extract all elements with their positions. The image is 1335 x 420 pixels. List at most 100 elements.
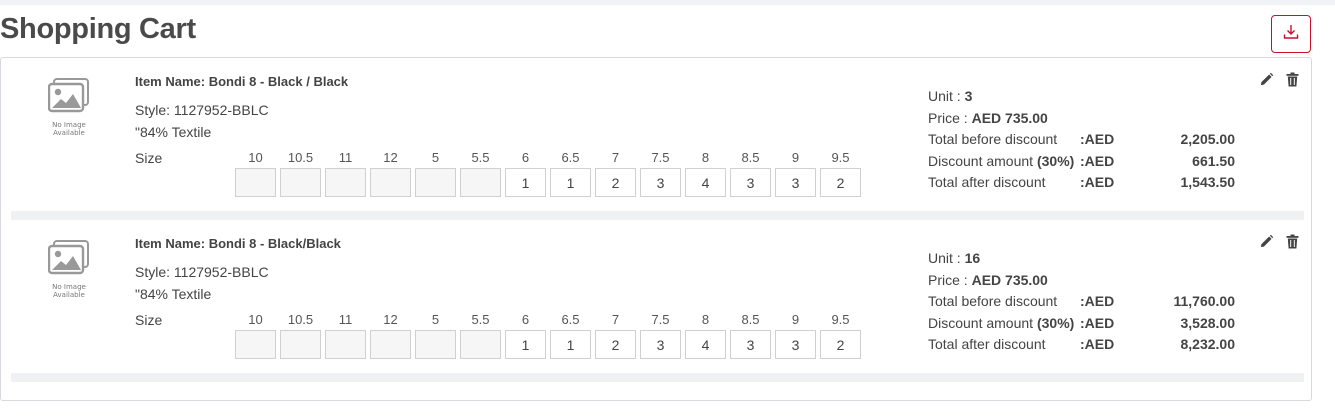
size-header: 10.5	[287, 312, 314, 327]
size-column: 6.5 1	[550, 148, 591, 197]
price-value: AED 735.00	[971, 109, 1048, 126]
size-column: 7.5 3	[640, 310, 681, 359]
size-quantity: 3	[775, 168, 816, 197]
trash-icon[interactable]	[1284, 233, 1300, 249]
total-after-label: Total after discount	[928, 336, 1046, 353]
discount-value: 661.50	[1192, 152, 1235, 169]
size-header: 9.5	[831, 150, 850, 165]
discount-percent: (30%)	[1036, 152, 1075, 169]
size-column: 6.5 1	[550, 310, 591, 359]
item-name: Item Name: Bondi 8 - Black / Black	[135, 74, 348, 89]
size-header: 5.5	[471, 312, 490, 327]
unit-label: Unit :	[928, 250, 965, 266]
no-image-text: No Image Available	[52, 283, 86, 299]
no-image-text: No Image Available	[52, 121, 86, 137]
size-column: 5.5	[460, 148, 501, 197]
product-thumbnail: No Image Available	[46, 78, 92, 137]
size-column: 8.5 3	[730, 310, 771, 359]
currency-label: :AED	[1080, 131, 1115, 148]
total-after-row: Total after discount:AED 1,543.50	[928, 172, 1248, 194]
discount-percent: (30%)	[1036, 314, 1075, 331]
edit-icon[interactable]	[1258, 71, 1274, 87]
price-summary: Unit : 3 Price : AED 735.00 Total before…	[928, 86, 1248, 194]
size-column: 5	[415, 310, 456, 359]
unit-label: Unit :	[928, 88, 965, 104]
size-column: 10	[235, 148, 276, 197]
size-quantity: 1	[550, 168, 591, 197]
total-after-value: 8,232.00	[1180, 336, 1236, 353]
size-header: 8	[701, 150, 710, 165]
edit-icon[interactable]	[1258, 233, 1274, 249]
size-header: 8.5	[741, 312, 760, 327]
no-image-line2: Available	[53, 291, 85, 299]
size-header: 12	[383, 150, 398, 165]
item-name: Item Name: Bondi 8 - Black/Black	[135, 236, 341, 251]
discount-label: Discount amount	[928, 314, 1037, 331]
size-column: 72	[595, 310, 636, 359]
unit-row: Unit : 3	[928, 86, 1248, 108]
size-header: 9	[791, 150, 800, 165]
discount-row: Discount amount (30%) :AED 661.50	[928, 151, 1248, 173]
size-column: 10	[235, 310, 276, 359]
size-quantity: 3	[775, 330, 816, 359]
style-label: Style:	[135, 264, 174, 280]
size-column: 5	[415, 148, 456, 197]
cart-panel: No Image Available Item Name: Bondi 8 - …	[0, 57, 1312, 401]
no-image-line2: Available	[53, 129, 85, 137]
size-quantity: 2	[595, 168, 636, 197]
size-column: 93	[775, 310, 816, 359]
size-header: 7.5	[651, 312, 670, 327]
item-actions	[1258, 233, 1300, 249]
no-image-line1: No Image	[52, 121, 86, 129]
size-header: 6.5	[561, 312, 580, 327]
size-grid: 10 10.5 11 12 5 5.5 61 6.5 1 72 7.5 3 84 8…	[235, 310, 861, 359]
download-icon	[1282, 23, 1300, 46]
page-title: Shopping Cart	[0, 13, 196, 45]
size-quantity: 3	[640, 168, 681, 197]
item-name-value: Bondi 8 - Black/Black	[208, 236, 341, 251]
size-header: 11	[338, 312, 353, 327]
size-quantity: 2	[820, 330, 861, 359]
price-row: Price : AED 735.00	[928, 270, 1248, 292]
total-before-row: Total before discount :AED 2,205.00	[928, 129, 1248, 151]
size-quantity	[415, 330, 456, 359]
size-quantity: 3	[730, 168, 771, 197]
discount-label: Discount amount	[928, 152, 1037, 169]
size-column: 11	[325, 310, 366, 359]
size-header: 10.5	[287, 150, 314, 165]
total-before-label: Total before discount	[928, 131, 1058, 148]
size-header: 11	[338, 150, 353, 165]
price-row: Price : AED 735.00	[928, 108, 1248, 130]
size-header: 6	[521, 312, 530, 327]
size-quantity	[325, 168, 366, 197]
currency-label: :AED	[1080, 152, 1115, 169]
top-strip	[0, 0, 1335, 5]
unit-value: 16	[964, 250, 981, 266]
trash-icon[interactable]	[1284, 71, 1300, 87]
size-quantity: 4	[685, 168, 726, 197]
size-column: 72	[595, 148, 636, 197]
cart-item: No Image Available Item Name: Bondi 8 - …	[1, 220, 1311, 380]
size-grid: 10 10.5 11 12 5 5.5 61 6.5 1 72 7.5 3 84 8…	[235, 148, 861, 197]
size-header: 8	[701, 312, 710, 327]
size-column: 12	[370, 310, 411, 359]
currency-label: :AED	[1080, 174, 1115, 191]
size-label: Size	[135, 312, 163, 328]
size-quantity	[235, 330, 276, 359]
size-quantity	[460, 168, 501, 197]
item-style: Style: 1127952-BBLC	[135, 102, 269, 118]
size-quantity	[370, 168, 411, 197]
size-quantity	[370, 330, 411, 359]
item-actions	[1258, 71, 1300, 87]
item-name-value: Bondi 8 - Black / Black	[208, 74, 349, 89]
download-button[interactable]	[1271, 15, 1311, 53]
total-before-value: 2,205.00	[1180, 131, 1236, 148]
size-header: 12	[383, 312, 398, 327]
size-quantity: 2	[595, 330, 636, 359]
size-header: 9.5	[831, 312, 850, 327]
total-before-row: Total before discount:AED 11,760.00	[928, 291, 1248, 313]
size-quantity: 4	[685, 330, 726, 359]
total-after-row: Total after discount:AED 8,232.00	[928, 334, 1248, 356]
size-header: 6.5	[561, 150, 580, 165]
size-quantity: 3	[640, 330, 681, 359]
